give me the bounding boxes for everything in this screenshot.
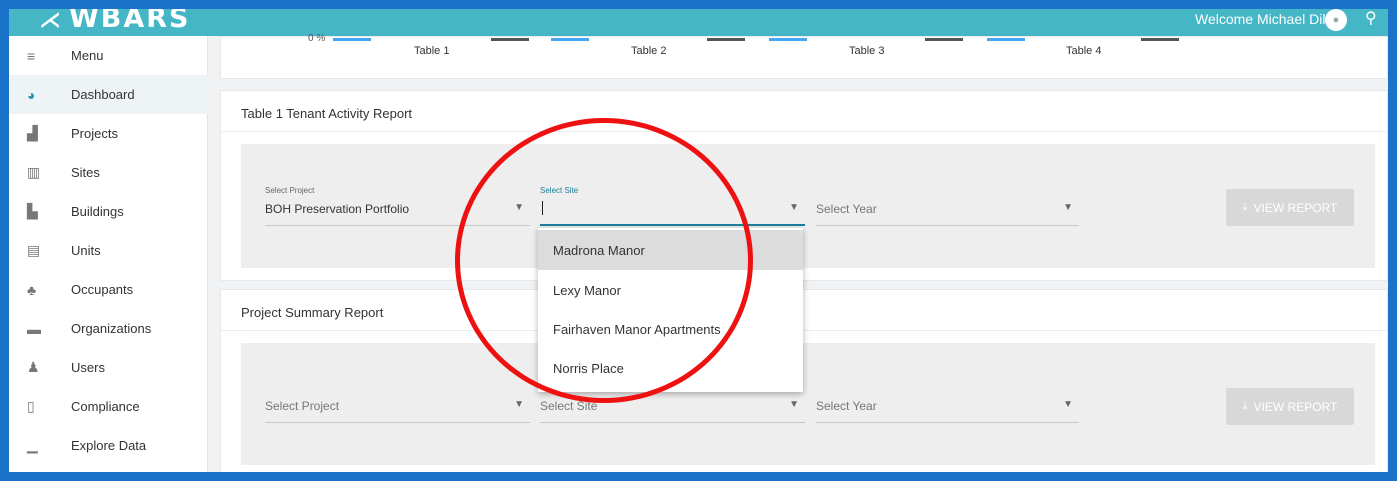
- button-label: VIEW REPORT: [1253, 200, 1338, 215]
- report-filter-panel: Select Project ▼ Select Site ▼ Select Ye…: [241, 343, 1375, 465]
- sidebar-item-label: Users: [71, 360, 105, 375]
- sites-icon: ▥: [27, 164, 41, 180]
- chart-bar: [707, 38, 745, 41]
- site-select[interactable]: Select Site ▼: [540, 397, 805, 423]
- menu-icon: ≡: [27, 47, 36, 64]
- welcome-text: Welcome Michael Dill: [1195, 11, 1329, 27]
- chart-x-label: Table 4: [1066, 45, 1102, 57]
- dropdown-option[interactable]: Madrona Manor: [538, 230, 803, 270]
- year-select[interactable]: Select Year ▼: [816, 200, 1079, 226]
- sidebar-item-label: Sites: [71, 165, 100, 180]
- sidebar-item-projects[interactable]: ▟ Projects: [9, 114, 208, 153]
- field-label: Select Project: [265, 186, 315, 195]
- sidebar-item-menu[interactable]: ≡ Menu: [9, 36, 208, 75]
- sidebar-item-compliance[interactable]: ▯ Compliance: [9, 387, 208, 426]
- sidebar-item-label: Occupants: [71, 282, 134, 297]
- sidebar: ≡ Menu ◕ Dashboard ▟ Projects ▥ Sites ▙ …: [9, 36, 208, 472]
- dropdown-option[interactable]: Fairhaven Manor Apartments: [538, 309, 803, 349]
- summary-report-card: Project Summary Report Select Project ▼ …: [220, 289, 1388, 472]
- project-select[interactable]: Select Project BOH Preservation Portfoli…: [265, 186, 530, 226]
- sidebar-item-buildings[interactable]: ▙ Buildings: [9, 192, 208, 231]
- field-placeholder: Select Project: [265, 399, 340, 413]
- chevron-down-icon: ▼: [1063, 399, 1073, 410]
- sidebar-item-label: Explore Data: [71, 438, 147, 453]
- dropdown-option[interactable]: Norris Place: [538, 348, 803, 388]
- chevron-down-icon: ▼: [514, 202, 524, 213]
- sidebar-item-units[interactable]: ▤ Units: [9, 231, 208, 270]
- users-icon: ♟: [27, 359, 40, 375]
- chart-bar: [551, 38, 589, 41]
- chevron-down-icon: ▼: [789, 399, 799, 410]
- chart-x-label: Table 1: [414, 45, 450, 57]
- sidebar-item-explore-data[interactable]: ▁ Explore Data: [9, 426, 208, 465]
- chart-bar: [491, 38, 529, 41]
- chevron-down-icon: ▼: [789, 202, 799, 213]
- text-cursor: [542, 201, 543, 215]
- sidebar-item-label: Compliance: [71, 399, 140, 414]
- sidebar-item-label: Buildings: [71, 204, 124, 219]
- sidebar-item-occupants[interactable]: ♣ Occupants: [9, 270, 208, 309]
- projects-icon: ▟: [27, 125, 38, 141]
- top-bar: ⋌ WBARS Welcome Michael Dill ● ⚲: [9, 9, 1388, 36]
- logo-text: WBARS: [69, 9, 191, 34]
- search-icon[interactable]: ⚲: [1365, 9, 1377, 28]
- field-placeholder: Select Year: [816, 399, 877, 413]
- chart-bar: [987, 38, 1025, 41]
- chart-bar: [333, 38, 371, 41]
- field-value: BOH Preservation Portfolio: [265, 202, 410, 216]
- briefcase-icon: ▬: [27, 320, 41, 337]
- logo-mark-icon: ⋌: [39, 9, 63, 33]
- sidebar-item-label: Projects: [71, 126, 118, 141]
- buildings-icon: ▙: [27, 203, 38, 219]
- divider: [221, 131, 1387, 132]
- tenant-report-card: Table 1 Tenant Activity Report Select Pr…: [220, 90, 1388, 281]
- dashboard-icon: ◕: [27, 86, 36, 103]
- view-report-button[interactable]: ⤓ VIEW REPORT: [1226, 189, 1354, 226]
- sidebar-item-organizations[interactable]: ▬ Organizations: [9, 309, 208, 348]
- download-icon: ⤓: [1242, 201, 1248, 213]
- dropdown-option[interactable]: Lexy Manor: [538, 270, 803, 310]
- chart-x-label: Table 2: [631, 45, 667, 57]
- card-title: Project Summary Report: [241, 305, 384, 320]
- year-select[interactable]: Select Year ▼: [816, 397, 1079, 423]
- chart-bar: [925, 38, 963, 41]
- sidebar-item-label: Dashboard: [71, 87, 135, 102]
- app-logo[interactable]: ⋌ WBARS: [39, 9, 191, 34]
- button-label: VIEW REPORT: [1253, 399, 1338, 414]
- project-select[interactable]: Select Project ▼: [265, 397, 530, 423]
- sidebar-item-users[interactable]: ♟ Users: [9, 348, 208, 387]
- sidebar-item-label: Menu: [71, 48, 104, 63]
- field-placeholder: Select Site: [540, 399, 598, 413]
- sidebar-item-dashboard[interactable]: ◕ Dashboard: [9, 75, 208, 114]
- download-icon: ⤓: [1242, 400, 1248, 412]
- sidebar-item-label: Units: [71, 243, 101, 258]
- chart-card: 0 % Table 1 Table 2 Table 3 Table 4: [220, 33, 1388, 79]
- field-placeholder: Select Year: [816, 202, 877, 216]
- chevron-down-icon: ▼: [514, 399, 524, 410]
- card-title: Table 1 Tenant Activity Report: [241, 106, 413, 121]
- chart-icon: ▁: [27, 437, 38, 453]
- document-icon: ▯: [27, 398, 35, 414]
- occupants-icon: ♣: [27, 281, 37, 298]
- units-icon: ▤: [27, 242, 41, 258]
- sidebar-item-sites[interactable]: ▥ Sites: [9, 153, 208, 192]
- chevron-down-icon: ▼: [1063, 202, 1073, 213]
- y-axis-tick: 0 %: [308, 33, 326, 44]
- chart-bar: [769, 38, 807, 41]
- field-label: Select Site: [540, 186, 579, 195]
- site-select[interactable]: Select Site ▼: [540, 186, 805, 226]
- chart-x-label: Table 3: [849, 45, 885, 57]
- avatar[interactable]: ●: [1325, 9, 1347, 31]
- chart-bar: [1141, 38, 1179, 41]
- site-dropdown-menu: Madrona Manor Lexy Manor Fairhaven Manor…: [538, 228, 803, 392]
- divider: [221, 330, 1387, 331]
- app-frame: ⋌ WBARS Welcome Michael Dill ● ⚲ ≡ Menu ◕…: [9, 9, 1388, 472]
- report-filter-panel: Select Project BOH Preservation Portfoli…: [241, 144, 1375, 268]
- view-report-button[interactable]: ⤓ VIEW REPORT: [1226, 388, 1354, 425]
- sidebar-item-label: Organizations: [71, 321, 152, 336]
